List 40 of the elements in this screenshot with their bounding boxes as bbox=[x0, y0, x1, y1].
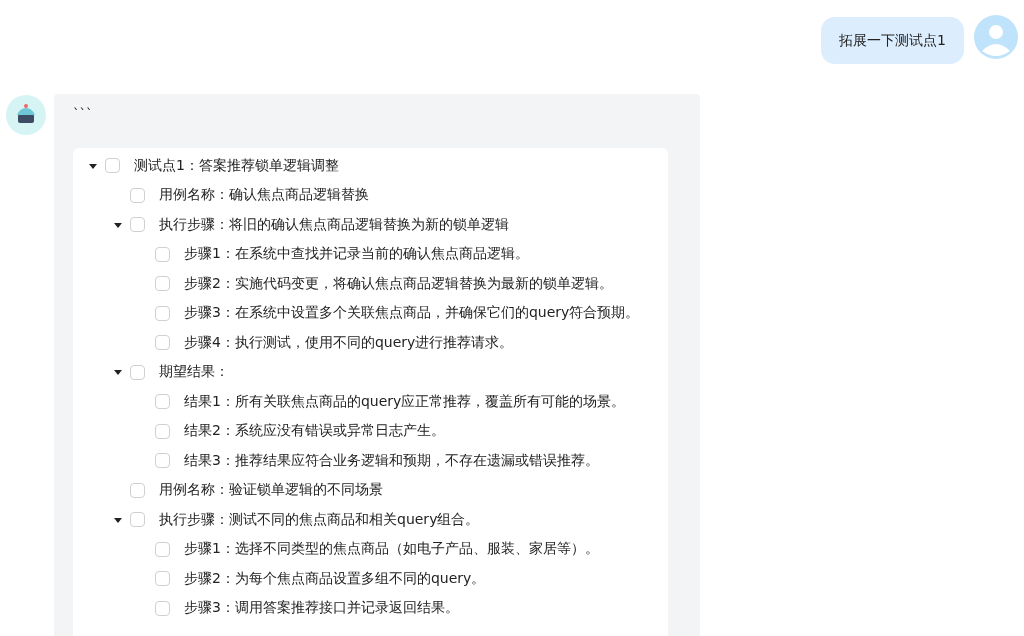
task-text: 步骤3：在系统中设置多个关联焦点商品，并确保它们的query符合预期。 bbox=[184, 304, 640, 323]
task-text: 结果1：所有关联焦点商品的query应正常推荐，覆盖所有可能的场景。 bbox=[184, 392, 626, 411]
user-avatar-icon bbox=[974, 15, 1018, 59]
task-text: 期望结果： bbox=[159, 363, 229, 382]
checkbox[interactable] bbox=[155, 541, 170, 557]
caret-down-icon[interactable] bbox=[89, 161, 97, 170]
checkbox[interactable] bbox=[130, 217, 145, 233]
user-message: 拓展一下测试点1 bbox=[821, 17, 964, 64]
task-text: 步骤2：实施代码变更，将确认焦点商品逻辑替换为最新的锁单逻辑。 bbox=[184, 274, 613, 293]
task-text: 执行步骤：测试不同的焦点商品和相关query组合。 bbox=[159, 510, 480, 529]
checkbox[interactable] bbox=[155, 394, 170, 410]
task-text: 步骤2：为每个焦点商品设置多组不同的query。 bbox=[184, 569, 486, 588]
task-text: 用例名称：确认焦点商品逻辑替换 bbox=[159, 186, 369, 205]
caret-down-icon[interactable] bbox=[114, 515, 122, 524]
checkbox[interactable] bbox=[155, 600, 170, 616]
task-text: 结果2：系统应没有错误或异常日志产生。 bbox=[184, 422, 445, 441]
checkbox[interactable] bbox=[155, 305, 170, 321]
task-text: 用例名称：验证锁单逻辑的不同场景 bbox=[159, 481, 383, 500]
caret-down-icon[interactable] bbox=[114, 368, 122, 377]
task-text: 步骤1：在系统中查找并记录当前的确认焦点商品逻辑。 bbox=[184, 245, 529, 264]
checkbox[interactable] bbox=[155, 335, 170, 351]
checkbox[interactable] bbox=[130, 482, 145, 498]
checkbox[interactable] bbox=[155, 571, 170, 587]
checkbox[interactable] bbox=[130, 364, 145, 380]
code-fence-text: ``` bbox=[73, 106, 94, 123]
task-text: 执行步骤：将旧的确认焦点商品逻辑替换为新的锁单逻辑 bbox=[159, 215, 509, 234]
checkbox[interactable] bbox=[130, 187, 145, 203]
checkbox[interactable] bbox=[155, 276, 170, 292]
checkbox[interactable] bbox=[105, 158, 120, 174]
task-text: 测试点1：答案推荐锁单逻辑调整 bbox=[134, 156, 339, 175]
checkbox[interactable] bbox=[155, 246, 170, 262]
checkbox[interactable] bbox=[155, 453, 170, 469]
bot-avatar-icon bbox=[6, 95, 46, 135]
task-text: 步骤1：选择不同类型的焦点商品（如电子产品、服装、家居等）。 bbox=[184, 540, 599, 559]
task-text: 步骤4：执行测试，使用不同的query进行推荐请求。 bbox=[184, 333, 514, 352]
task-text: 结果3：推荐结果应符合业务逻辑和预期，不存在遗漏或错误推荐。 bbox=[184, 451, 599, 470]
checkbox[interactable] bbox=[130, 512, 145, 528]
checkbox[interactable] bbox=[155, 423, 170, 439]
task-text: 步骤3：调用答案推荐接口并记录返回结果。 bbox=[184, 599, 459, 618]
caret-down-icon[interactable] bbox=[114, 220, 122, 229]
